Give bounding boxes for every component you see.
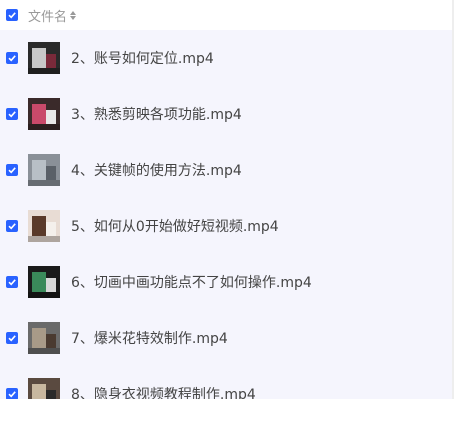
file-row[interactable]: 8、隐身衣视频教程制作.mp4 bbox=[0, 366, 454, 399]
file-name[interactable]: 3、熟悉剪映各项功能.mp4 bbox=[71, 104, 242, 124]
file-name[interactable]: 2、账号如何定位.mp4 bbox=[71, 48, 214, 68]
check-icon bbox=[8, 55, 16, 62]
file-list: 文件名 2、账号如何定位.mp4 3、熟悉剪映各项功能.mp4 4、关键帧的使用方法… bbox=[0, 0, 454, 399]
file-name[interactable]: 8、隐身衣视频教程制作.mp4 bbox=[71, 384, 256, 399]
row-checkbox[interactable] bbox=[6, 276, 18, 288]
sort-icon[interactable] bbox=[70, 10, 77, 20]
file-row[interactable]: 5、如何从0开始做好短视频.mp4 bbox=[0, 198, 454, 254]
file-row[interactable]: 4、关键帧的使用方法.mp4 bbox=[0, 142, 454, 198]
check-icon bbox=[8, 335, 16, 342]
video-thumbnail[interactable] bbox=[28, 154, 60, 186]
check-icon bbox=[8, 391, 16, 398]
video-thumbnail[interactable] bbox=[28, 378, 60, 399]
file-row[interactable]: 2、账号如何定位.mp4 bbox=[0, 30, 454, 86]
video-thumbnail[interactable] bbox=[28, 98, 60, 130]
check-icon bbox=[8, 279, 16, 286]
check-icon bbox=[8, 12, 16, 19]
video-thumbnail[interactable] bbox=[28, 266, 60, 298]
row-checkbox[interactable] bbox=[6, 220, 18, 232]
file-row[interactable]: 6、切画中画功能点不了如何操作.mp4 bbox=[0, 254, 454, 310]
file-row[interactable]: 3、熟悉剪映各项功能.mp4 bbox=[0, 86, 454, 142]
video-thumbnail[interactable] bbox=[28, 322, 60, 354]
file-name[interactable]: 6、切画中画功能点不了如何操作.mp4 bbox=[71, 272, 312, 292]
file-name[interactable]: 7、爆米花特效制作.mp4 bbox=[71, 328, 228, 348]
video-thumbnail[interactable] bbox=[28, 210, 60, 242]
row-checkbox[interactable] bbox=[6, 332, 18, 344]
file-name[interactable]: 4、关键帧的使用方法.mp4 bbox=[71, 160, 242, 180]
row-checkbox[interactable] bbox=[6, 164, 18, 176]
file-row[interactable]: 7、爆米花特效制作.mp4 bbox=[0, 310, 454, 366]
row-checkbox[interactable] bbox=[6, 388, 18, 399]
file-name[interactable]: 5、如何从0开始做好短视频.mp4 bbox=[71, 216, 279, 236]
row-checkbox[interactable] bbox=[6, 52, 18, 64]
column-header-filename[interactable]: 文件名 bbox=[28, 6, 67, 25]
video-thumbnail[interactable] bbox=[28, 42, 60, 74]
row-checkbox[interactable] bbox=[6, 108, 18, 120]
select-all-checkbox[interactable] bbox=[6, 9, 18, 21]
list-header: 文件名 bbox=[0, 0, 454, 30]
check-icon bbox=[8, 167, 16, 174]
check-icon bbox=[8, 223, 16, 230]
file-rows: 2、账号如何定位.mp4 3、熟悉剪映各项功能.mp4 4、关键帧的使用方法.mp4… bbox=[0, 30, 454, 399]
check-icon bbox=[8, 111, 16, 118]
